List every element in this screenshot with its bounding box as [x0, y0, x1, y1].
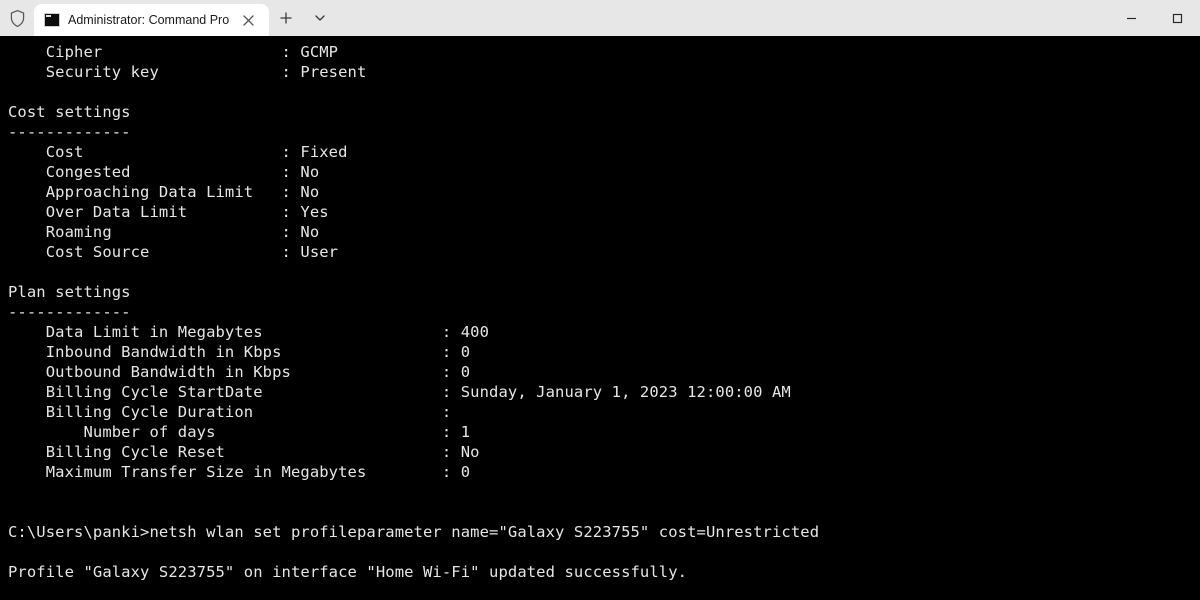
new-tab-button[interactable] [269, 0, 303, 36]
window-controls [1108, 0, 1200, 36]
tab-dropdown-button[interactable] [303, 0, 337, 36]
maximize-button[interactable] [1154, 0, 1200, 36]
tab-close-button[interactable] [237, 9, 259, 31]
tab-active[interactable]: Administrator: Command Pro [34, 4, 269, 36]
tab-title: Administrator: Command Pro [68, 13, 229, 27]
title-bar: Administrator: Command Pro [0, 0, 1200, 36]
terminal-output[interactable]: Cipher : GCMP Security key : Present Cos… [0, 36, 1200, 600]
minimize-button[interactable] [1108, 0, 1154, 36]
title-bar-drag-region[interactable] [337, 0, 1108, 36]
terminal-icon [44, 13, 60, 27]
app-shield-icon [0, 0, 34, 36]
